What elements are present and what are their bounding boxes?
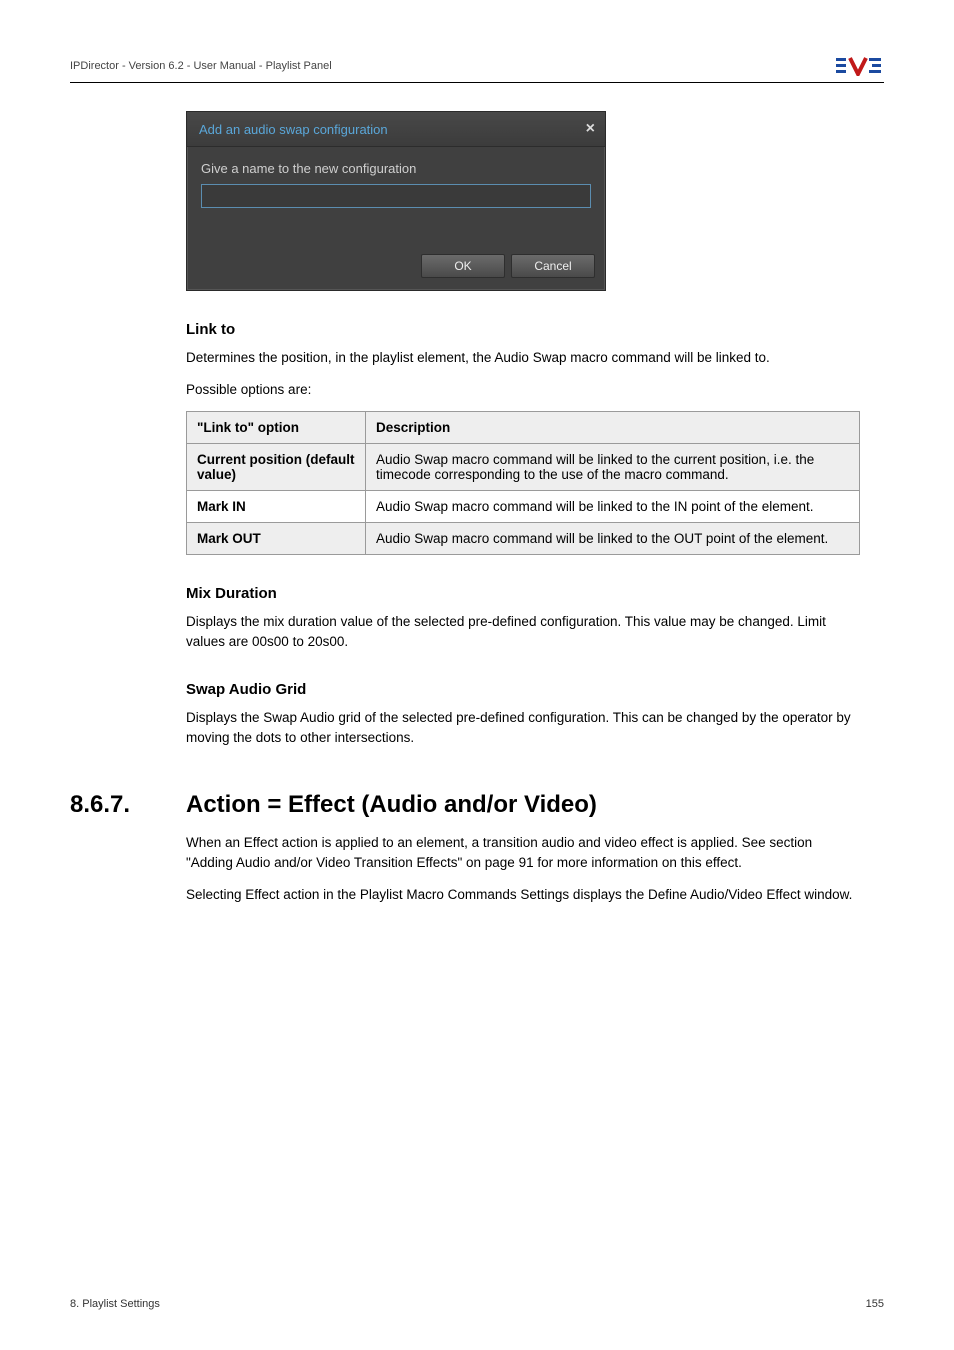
- config-name-input[interactable]: [201, 184, 591, 208]
- section-para1: When an Effect action is applied to an e…: [186, 833, 860, 872]
- swap-para: Displays the Swap Audio grid of the sele…: [186, 708, 860, 747]
- evs-logo: [836, 56, 884, 76]
- dialog-title-text: Add an audio swap configuration: [199, 122, 388, 137]
- table-row: Current position (default value) Audio S…: [187, 444, 860, 491]
- linkto-table: "Link to" option Description Current pos…: [186, 411, 860, 555]
- section-title: Action = Effect (Audio and/or Video): [186, 791, 597, 819]
- dialog-label: Give a name to the new configuration: [201, 161, 591, 176]
- table-header-desc: Description: [366, 412, 860, 444]
- footer-left: 8. Playlist Settings: [70, 1298, 160, 1310]
- header-text: IPDirector - Version 6.2 - User Manual -…: [70, 60, 332, 72]
- cancel-button[interactable]: Cancel: [511, 254, 595, 278]
- table-row: Mark IN Audio Swap macro command will be…: [187, 491, 860, 523]
- add-config-dialog: Add an audio swap configuration × Give a…: [186, 111, 606, 291]
- section-para2: Selecting Effect action in the Playlist …: [186, 885, 860, 905]
- ok-button[interactable]: OK: [421, 254, 505, 278]
- mix-heading: Mix Duration: [186, 585, 860, 602]
- table-header-option: "Link to" option: [187, 412, 366, 444]
- table-cell-desc: Audio Swap macro command will be linked …: [366, 444, 860, 491]
- mix-para: Displays the mix duration value of the s…: [186, 612, 860, 651]
- close-icon[interactable]: ×: [586, 120, 595, 138]
- table-cell-desc: Audio Swap macro command will be linked …: [366, 523, 860, 555]
- table-cell-label: Mark OUT: [187, 523, 366, 555]
- table-row: Mark OUT Audio Swap macro command will b…: [187, 523, 860, 555]
- swap-heading: Swap Audio Grid: [186, 681, 860, 698]
- table-cell-desc: Audio Swap macro command will be linked …: [366, 491, 860, 523]
- section-number: 8.6.7.: [70, 791, 186, 819]
- footer-page: 155: [866, 1298, 884, 1310]
- table-cell-label: Current position (default value): [187, 444, 366, 491]
- linkto-heading: Link to: [186, 321, 860, 338]
- linkto-para2: Possible options are:: [186, 380, 860, 400]
- linkto-para1: Determines the position, in the playlist…: [186, 348, 860, 368]
- table-cell-label: Mark IN: [187, 491, 366, 523]
